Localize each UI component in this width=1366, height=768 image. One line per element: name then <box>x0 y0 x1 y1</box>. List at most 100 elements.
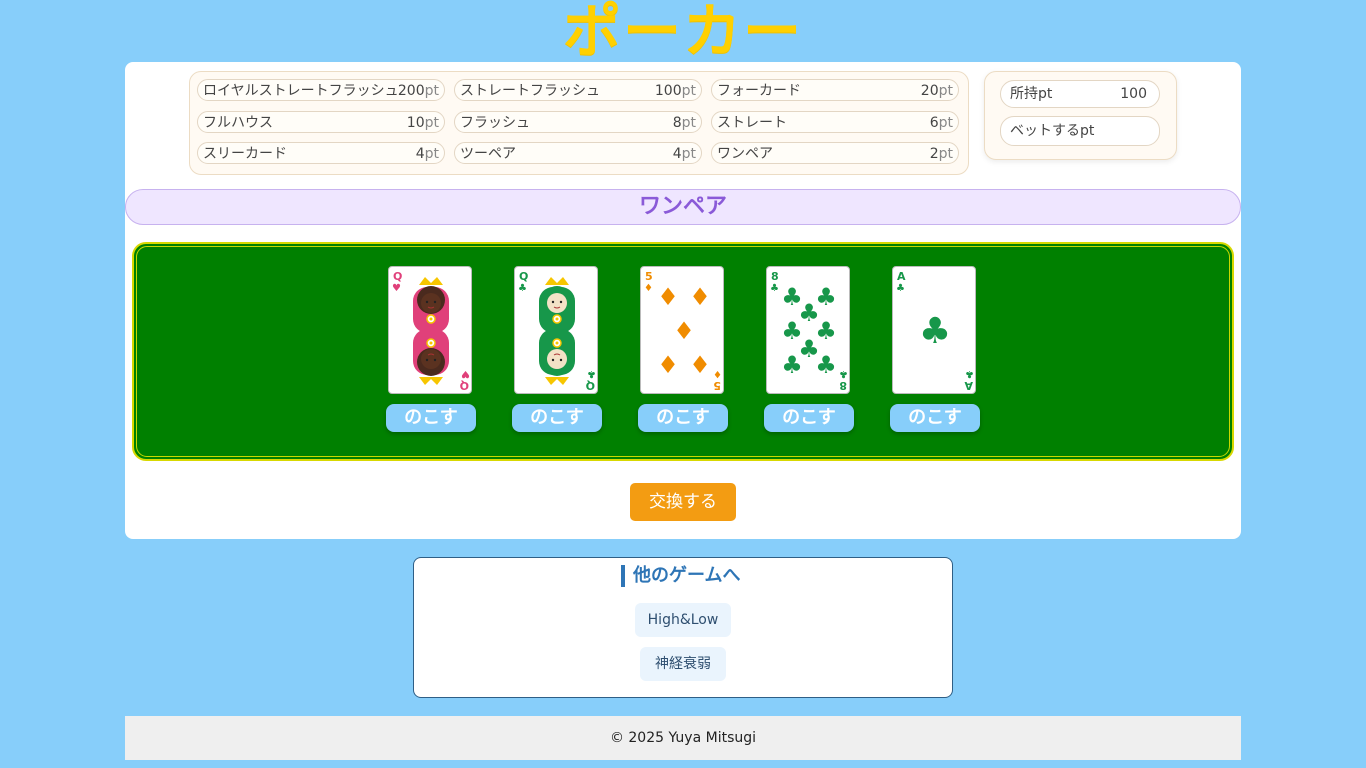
queen-eye <box>425 358 429 362</box>
payout-hand: ストレートフラッシュ <box>460 83 600 99</box>
queen-eye <box>551 300 555 304</box>
card-slot: Q ♣ Q ♣ のこす <box>512 266 604 436</box>
bet-points: ベットするpt <box>1000 116 1160 146</box>
card-rank: Q <box>519 270 528 283</box>
payout-points: 4pt <box>415 146 439 162</box>
card-rank: Q <box>393 270 402 283</box>
points-status: 所持pt 100 ベットするpt <box>984 71 1177 160</box>
exchange-button[interactable]: 交換する <box>630 483 736 521</box>
owned-points-value: 100 <box>1120 86 1147 102</box>
crown-icon <box>545 377 569 385</box>
card-rank: 5 <box>713 379 721 392</box>
keep-button[interactable]: のこす <box>512 404 602 432</box>
card-rank: Q <box>586 379 595 392</box>
card-slot: 8 ♣ 8 ♣ ♣ ♣ ♣ ♣ ♣ ♣ ♣ ♣ のこす <box>764 266 856 436</box>
payout-row: ツーペア 4pt <box>454 142 702 164</box>
card-suit-icon: ♦ <box>644 283 653 294</box>
payout-hand: ストレート <box>717 115 787 131</box>
card-corner-bottom: Q♥ <box>460 368 470 392</box>
card-suit-icon: ♣ <box>587 368 596 379</box>
payout-hand: ツーペア <box>460 146 516 162</box>
card-corner-bottom: 5♦ <box>713 368 722 392</box>
payout-hand: フルハウス <box>203 115 273 131</box>
queen-eye <box>425 300 429 304</box>
card-corner-bottom: A♣ <box>964 368 974 392</box>
card-pip-icon: ♦ <box>689 351 711 379</box>
payout-hand: ロイヤルストレートフラッシュ <box>203 83 399 99</box>
card[interactable]: 5 ♦ 5 ♦ ♦ ♦ ♦ ♦ ♦ <box>640 266 724 394</box>
card-pip-icon: ♦ <box>673 317 695 345</box>
payout-hand: スリーカード <box>203 146 287 162</box>
payout-row: スリーカード 4pt <box>197 142 445 164</box>
card-suit-icon: ♣ <box>896 283 905 294</box>
payout-points: 20pt <box>920 83 953 99</box>
card-pip-icon: ♦ <box>657 283 679 311</box>
card-rank: Q <box>460 379 469 392</box>
card-pip-icon: ♣ <box>815 351 837 379</box>
card-suit-icon: ♣ <box>965 368 974 379</box>
card-slot: A ♣ A ♣ ♣ のこす <box>890 266 982 436</box>
payout-points: 8pt <box>672 115 696 131</box>
payout-row: ストレート 6pt <box>711 111 959 133</box>
card-corner-bottom: Q♣ <box>586 368 596 392</box>
bet-points-input[interactable] <box>1111 119 1155 141</box>
card-pip-icon: ♦ <box>689 283 711 311</box>
owned-points-label: 所持pt <box>1010 86 1053 102</box>
payout-points: 200pt <box>397 83 439 99</box>
queen-face <box>547 293 567 313</box>
card-corner-bottom: 8♣ <box>839 368 848 392</box>
flower-center <box>555 341 559 345</box>
card[interactable]: 8 ♣ 8 ♣ ♣ ♣ ♣ ♣ ♣ ♣ ♣ ♣ <box>766 266 850 394</box>
card-rank: A <box>897 270 906 283</box>
card-suit-icon: ♣ <box>518 283 527 294</box>
queen-face <box>547 349 567 369</box>
crown-icon <box>419 377 443 385</box>
other-games-title: 他のゲームへ <box>621 565 740 587</box>
card-rank: 8 <box>839 379 847 392</box>
queen-figure <box>413 329 449 385</box>
queen-face <box>421 349 441 369</box>
payout-points: 100pt <box>654 83 696 99</box>
card-face: 8♣8♣♣ ♣♣♣ ♣♣♣ ♣ <box>770 270 848 392</box>
flower-center <box>429 317 433 321</box>
queen-figure <box>539 329 575 385</box>
keep-button[interactable]: のこす <box>890 404 980 432</box>
card-table: Q ♥ Q ♥ のこす Q ♣ Q ♣ のこす 5 ♦ 5 ♦ ♦ ♦ ♦ ♦ ♦ のこす 8 ♣ 8 ♣ ♣ ♣ ♣ ♣… <box>132 242 1234 461</box>
card-suit-icon: ♥ <box>392 283 401 294</box>
queen-eye <box>551 358 555 362</box>
card-face: Q♥Q♥ <box>392 270 470 392</box>
payout-row: ストレートフラッシュ 100pt <box>454 79 702 101</box>
keep-button[interactable]: のこす <box>386 404 476 432</box>
payout-row: ワンペア 2pt <box>711 142 959 164</box>
queen-figure <box>413 277 449 333</box>
card-suit-icon: ♣ <box>839 368 848 379</box>
keep-button[interactable]: のこす <box>638 404 728 432</box>
flower-center <box>429 341 433 345</box>
payout-row: フラッシュ 8pt <box>454 111 702 133</box>
keep-button[interactable]: のこす <box>764 404 854 432</box>
payout-points: 4pt <box>672 146 696 162</box>
flower-center <box>555 317 559 321</box>
payout-row: ロイヤルストレートフラッシュ 200pt <box>197 79 445 101</box>
payout-hand: フォーカード <box>717 83 801 99</box>
payout-hand: フラッシュ <box>460 115 530 131</box>
queen-face <box>421 293 441 313</box>
card-suit-icon: ♣ <box>770 283 779 294</box>
owned-points: 所持pt 100 <box>1000 80 1160 108</box>
card[interactable]: Q ♥ Q ♥ <box>388 266 472 394</box>
card-face: A♣A♣♣ <box>896 270 974 392</box>
queen-eye <box>559 300 563 304</box>
payout-hand: ワンペア <box>717 146 773 162</box>
memory-game-link[interactable]: 神経衰弱 <box>640 647 726 681</box>
card-slot: 5 ♦ 5 ♦ ♦ ♦ ♦ ♦ ♦ のこす <box>638 266 730 436</box>
payout-row: フルハウス 10pt <box>197 111 445 133</box>
card-rank: 5 <box>645 270 653 283</box>
high-low-link[interactable]: High&Low <box>635 603 731 637</box>
queen-eye <box>433 300 437 304</box>
queen-eye <box>559 358 563 362</box>
card-face: Q♣Q♣ <box>518 270 596 392</box>
card[interactable]: A ♣ A ♣ ♣ <box>892 266 976 394</box>
bet-points-label: ベットするpt <box>1010 123 1095 139</box>
card[interactable]: Q ♣ Q ♣ <box>514 266 598 394</box>
queen-figure <box>539 277 575 333</box>
